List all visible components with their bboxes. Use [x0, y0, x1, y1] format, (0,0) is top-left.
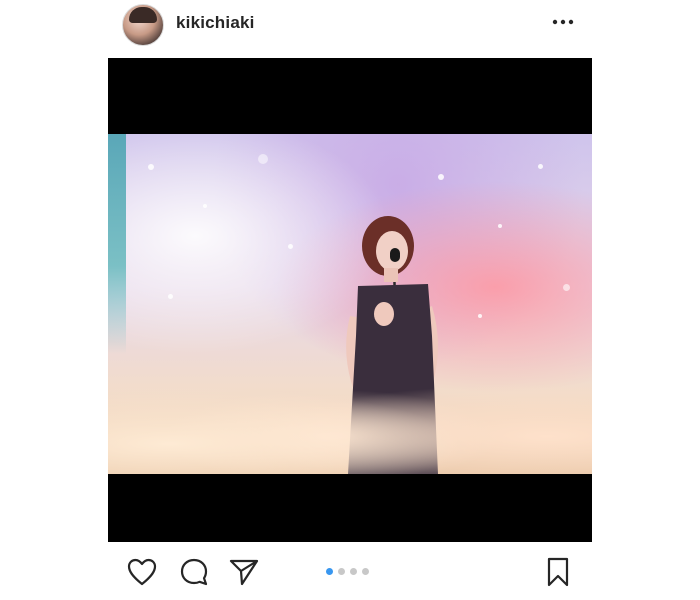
- snow-particle: [148, 164, 154, 170]
- snow-particle: [498, 224, 502, 228]
- snow-particle: [203, 204, 207, 208]
- carousel-dot-3: [350, 568, 357, 575]
- snow-particle: [438, 174, 444, 180]
- snow-particle: [478, 314, 482, 318]
- post-media[interactable]: [108, 58, 592, 542]
- snow-particle: [168, 294, 173, 299]
- stage-smoke: [108, 354, 592, 474]
- carousel-dot-2: [338, 568, 345, 575]
- more-options-icon[interactable]: [548, 12, 578, 32]
- snow-particle: [563, 284, 570, 291]
- carousel-dot-1: [326, 568, 333, 575]
- stage-light-bar: [108, 134, 126, 354]
- carousel-indicator: [326, 568, 369, 576]
- comment-icon[interactable]: [178, 556, 210, 588]
- username[interactable]: kikichiaki: [176, 13, 255, 33]
- post-header: kikichiaki: [108, 0, 592, 58]
- bookmark-icon[interactable]: [542, 556, 574, 588]
- snow-particle: [538, 164, 543, 169]
- snow-particle: [258, 154, 268, 164]
- snow-particle: [288, 244, 293, 249]
- send-icon[interactable]: [228, 556, 260, 588]
- heart-icon[interactable]: [126, 556, 158, 588]
- post-actions: [108, 552, 592, 592]
- carousel-dot-4: [362, 568, 369, 575]
- profile-avatar[interactable]: [122, 4, 164, 46]
- concert-photo: [108, 134, 592, 474]
